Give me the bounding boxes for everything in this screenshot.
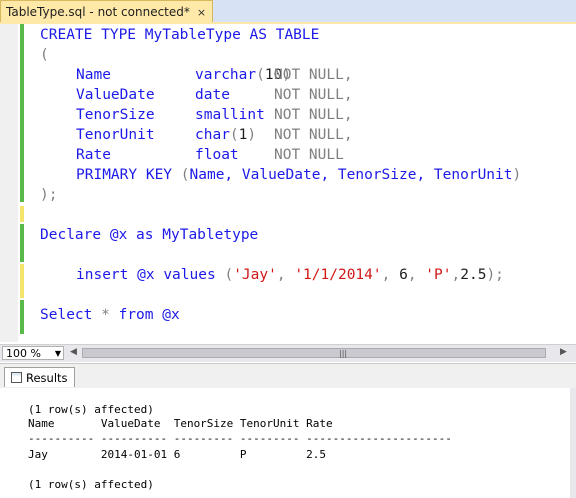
number-literal: 2.5: [460, 267, 487, 283]
results-row: Jay 2014-01-01 6 P 2.5: [28, 448, 327, 461]
keyword: as: [136, 227, 154, 243]
column-name: Name: [76, 67, 111, 83]
keyword: PRIMARY KEY: [76, 167, 173, 183]
change-marker-saved: [20, 24, 24, 202]
column-constraint: NOT NULL: [274, 67, 344, 83]
column-constraint: NOT NULL: [274, 147, 344, 163]
keyword: values: [163, 267, 216, 283]
column-name: Rate: [76, 147, 111, 163]
keyword: from: [118, 307, 154, 323]
comma: ,: [343, 87, 353, 103]
editor-margin: [0, 24, 18, 342]
results-separator: ---------- ---------- --------- --------…: [28, 432, 452, 445]
column-type: varchar: [195, 67, 257, 83]
code-line-declare: Declare @x as MyTabletype: [40, 225, 258, 245]
column-type: date: [195, 87, 230, 103]
change-marker-saved: [20, 300, 24, 334]
variable: @x: [137, 267, 155, 283]
scroll-thumb[interactable]: |||: [82, 348, 546, 358]
column-constraint: NOT NULL: [274, 87, 344, 103]
results-tab[interactable]: Results: [4, 367, 75, 387]
grid-icon: [11, 372, 22, 383]
close-icon[interactable]: ×: [197, 6, 206, 19]
scroll-left-icon[interactable]: ◀: [70, 347, 77, 357]
results-tab-label: Results: [26, 370, 68, 385]
string-literal: '1/1/2014': [294, 267, 382, 283]
keyword: insert: [76, 267, 129, 283]
column-name: TenorUnit: [76, 127, 155, 143]
rows-affected-message: (1 row(s) affected): [28, 478, 154, 491]
results-pane[interactable]: (1 row(s) affected) Name ValueDate Tenor…: [0, 388, 576, 498]
document-tab-title: TableType.sql - not connected*: [6, 5, 190, 19]
code-line: );: [40, 187, 58, 203]
keyword: Declare: [40, 227, 102, 243]
zoom-dropdown[interactable]: 100 % ▼: [2, 346, 64, 360]
number-literal: 6: [399, 267, 408, 283]
zoom-value: 100 %: [6, 347, 41, 360]
results-vscrollbar[interactable]: [570, 388, 576, 498]
type-name: MyTableType: [144, 27, 241, 43]
comma: ,: [343, 67, 353, 83]
column-name: TenorSize: [76, 107, 155, 123]
column-type: smallint: [195, 107, 265, 123]
editor-hscrollbar[interactable]: 100 % ▼ ◀ ||| ▶: [0, 344, 576, 362]
star: *: [101, 307, 110, 323]
code-line-select: Select * from @x: [40, 305, 180, 325]
results-tab-bar: Results: [0, 363, 576, 389]
results-header: Name ValueDate TenorSize TenorUnit Rate: [28, 417, 333, 430]
change-marker-saved: [20, 224, 24, 262]
string-literal: 'P': [425, 267, 452, 283]
column-constraint: NOT NULL: [274, 107, 344, 123]
change-marker-unsaved: [20, 206, 24, 222]
column-constraint: NOT NULL: [274, 127, 344, 143]
grip-icon: |||: [339, 349, 348, 358]
column-type: char: [195, 127, 230, 143]
rows-affected-message: (1 row(s) affected): [28, 403, 154, 416]
document-tab[interactable]: TableType.sql - not connected* ×: [0, 0, 214, 23]
comma: ,: [343, 127, 353, 143]
string-literal: 'Jay': [233, 267, 277, 283]
pk-columns: Name, ValueDate, TenorSize, TenorUnit: [189, 167, 513, 183]
comma: ,: [343, 107, 353, 123]
code-line: (: [40, 47, 49, 63]
keyword: AS TABLE: [249, 27, 320, 43]
scroll-right-icon[interactable]: ▶: [560, 347, 567, 357]
change-marker-unsaved: [20, 264, 24, 298]
keyword: Select: [40, 307, 93, 323]
type-name: MyTabletype: [162, 227, 259, 243]
variable: @x: [162, 307, 180, 323]
chevron-down-icon: ▼: [54, 349, 61, 358]
query-editor[interactable]: CREATE TYPE MyTableType AS TABLE ( Name v…: [0, 24, 576, 342]
column-name: ValueDate: [76, 87, 155, 103]
keyword: CREATE TYPE: [40, 27, 137, 43]
code-line: CREATE TYPE MyTableType AS TABLE: [40, 25, 319, 45]
column-type: float: [195, 147, 239, 163]
document-tab-bar: TableType.sql - not connected* ×: [0, 0, 576, 24]
variable: @x: [109, 227, 128, 243]
